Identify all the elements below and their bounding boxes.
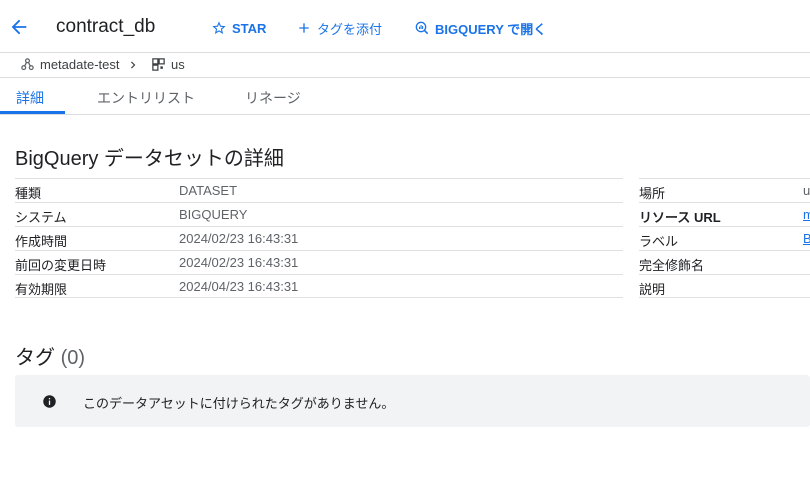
tab-bar: 詳細 エントリリスト リネージ <box>0 78 810 115</box>
detail-key: 場所 <box>639 186 666 201</box>
detail-value: 2024/04/23 16:43:31 <box>179 279 299 294</box>
top-bar: contract_db STAR タグを添付 BIGQUERY で開く <box>0 0 810 53</box>
breadcrumb-project[interactable]: metadate-test <box>20 57 120 72</box>
open-in-bigquery-button[interactable]: BIGQUERY で開く <box>414 18 546 38</box>
detail-key: ラベル <box>639 234 679 249</box>
details-section-title: BigQuery データセットの詳細 <box>15 148 284 170</box>
detail-row-resource-url: リソース URL m <box>639 202 810 226</box>
attach-tag-label: タグを添付 <box>317 21 383 37</box>
detail-row-type: 種類 DATASET <box>15 178 623 202</box>
chevron-right-icon <box>131 61 136 69</box>
breadcrumb-project-label: metadate-test <box>40 57 120 72</box>
detail-key: 作成時間 <box>15 234 68 249</box>
detail-key: 完全修飾名 <box>639 258 705 273</box>
tab-details[interactable]: 詳細 <box>16 88 44 108</box>
breadcrumb-location-label: us <box>171 57 185 72</box>
detail-key: 前回の変更日時 <box>15 258 107 273</box>
detail-key: システム <box>15 210 67 225</box>
tab-lineage[interactable]: リネージ <box>245 88 301 108</box>
detail-row-system: システム BIGQUERY <box>15 202 623 226</box>
detail-value: 2024/02/23 16:43:31 <box>179 231 299 246</box>
resource-url-link[interactable]: m <box>803 207 810 222</box>
star-button[interactable]: STAR <box>211 18 266 38</box>
location-grid-icon <box>152 58 165 71</box>
detail-key: リソース URL <box>639 210 721 225</box>
page-title: contract_db <box>56 16 156 37</box>
attach-tag-button[interactable]: タグを添付 <box>296 18 382 38</box>
detail-value: BIGQUERY <box>179 207 248 222</box>
details-table-right: 場所 u リソース URL m ラベル B 完全修飾名 説明 <box>639 178 810 298</box>
tags-section-title: タグ (0) <box>15 341 85 370</box>
tags-title-label: タグ <box>15 347 55 369</box>
detail-row-description: 説明 <box>639 274 810 298</box>
bigquery-icon <box>415 21 429 35</box>
plus-icon <box>299 23 309 33</box>
detail-key: 有効期限 <box>15 282 68 297</box>
detail-row-fqn: 完全修飾名 <box>639 250 810 274</box>
open-in-bigquery-label: BIGQUERY で開く <box>435 21 547 37</box>
detail-row-modified: 前回の変更日時 2024/02/23 16:43:31 <box>15 250 623 274</box>
tags-count: (0) <box>60 347 86 369</box>
no-tags-message: このデータアセットに付けられたタグがありません。 <box>83 396 395 411</box>
detail-row-location: 場所 u <box>639 178 810 202</box>
detail-key: 種類 <box>15 186 42 201</box>
detail-value: 2024/02/23 16:43:31 <box>179 255 299 270</box>
details-table-left: 種類 DATASET システム BIGQUERY 作成時間 2024/02/23… <box>15 178 623 298</box>
detail-row-labels: ラベル B <box>639 226 810 250</box>
no-tags-info-box: このデータアセットに付けられたタグがありません。 <box>15 375 810 427</box>
info-icon <box>43 395 56 408</box>
labels-link[interactable]: B <box>803 231 810 246</box>
detail-value: DATASET <box>179 183 238 198</box>
detail-value: u <box>803 183 810 198</box>
breadcrumb-location[interactable]: us <box>151 57 185 72</box>
active-tab-indicator <box>0 111 65 114</box>
tab-entry-list[interactable]: エントリリスト <box>97 88 195 108</box>
detail-key: 説明 <box>639 282 666 297</box>
project-hub-icon <box>21 58 34 71</box>
star-button-label: STAR <box>232 20 267 36</box>
detail-row-created: 作成時間 2024/02/23 16:43:31 <box>15 226 623 250</box>
star-outline-icon <box>212 21 226 34</box>
detail-row-expiration: 有効期限 2024/04/23 16:43:31 <box>15 274 623 298</box>
breadcrumb: metadate-test us <box>0 53 810 78</box>
back-arrow-icon[interactable] <box>8 16 30 38</box>
